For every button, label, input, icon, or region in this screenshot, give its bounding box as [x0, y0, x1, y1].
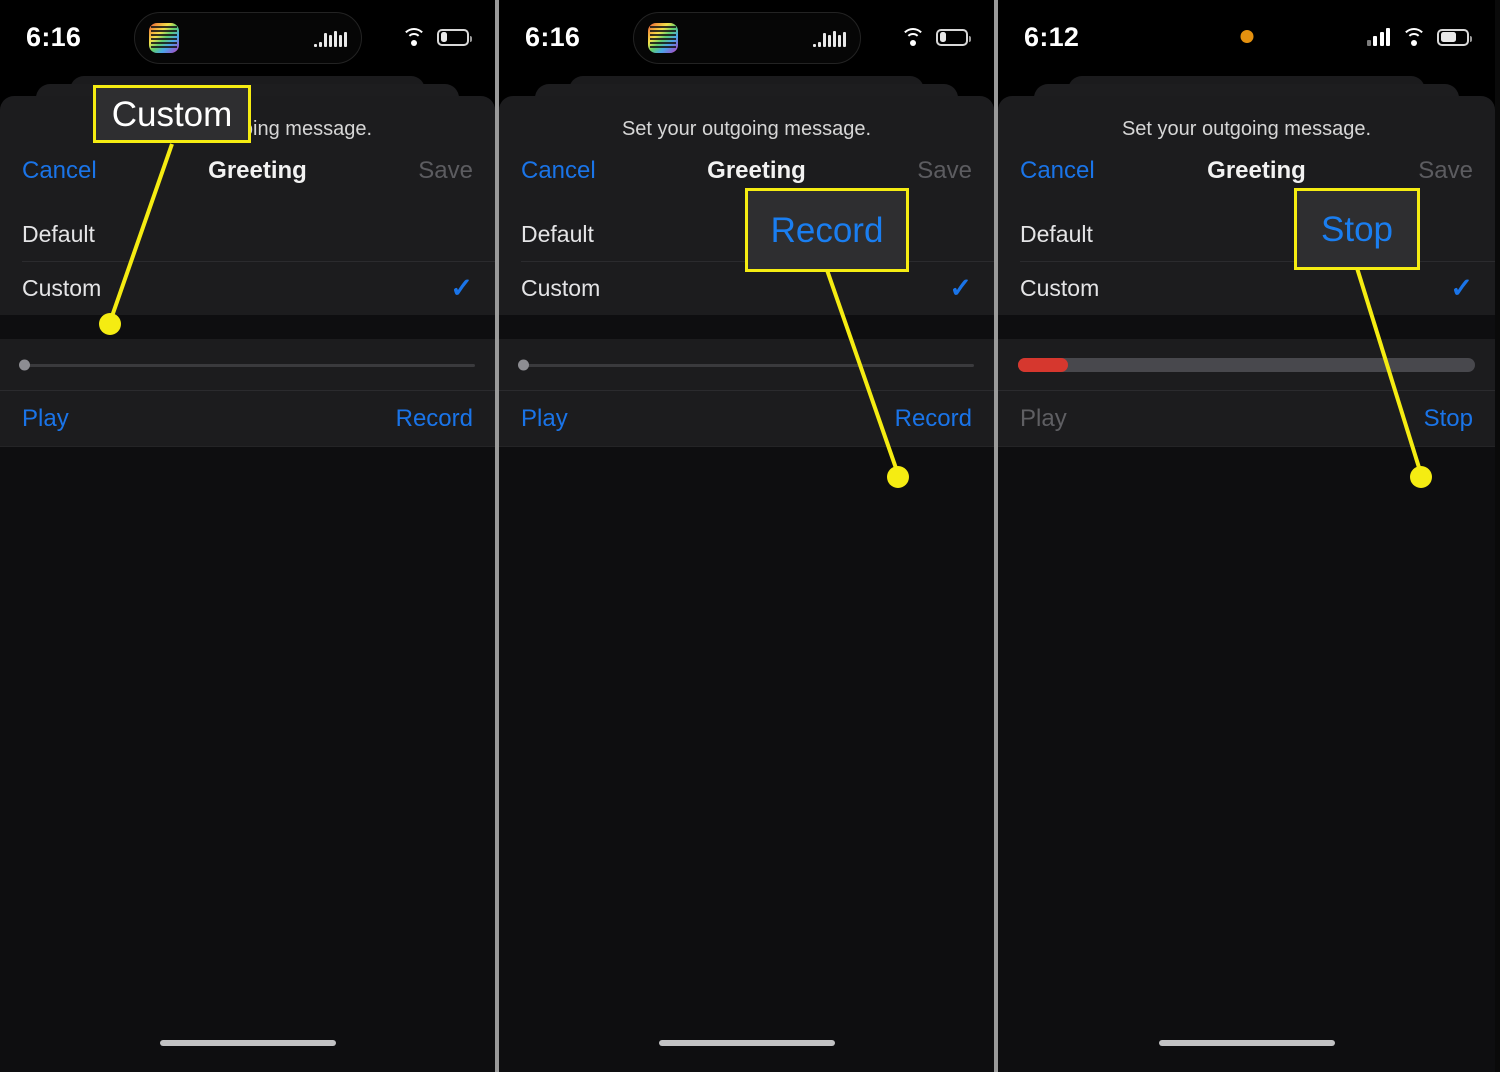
sheet-subtitle: Set your outgoing message.	[621, 118, 872, 140]
option-label: Default	[22, 220, 95, 247]
option-label: Custom	[22, 274, 102, 301]
playback-slider-row	[499, 339, 994, 391]
status-icons	[900, 28, 971, 46]
cancel-button[interactable]: Cancel	[22, 157, 97, 185]
wifi-icon	[401, 28, 426, 46]
transport-controls: Play Stop	[998, 391, 1495, 447]
recording-progress-fill	[1018, 358, 1069, 372]
status-clock: 6:16	[525, 21, 581, 52]
greeting-sheet: Set your outgoing message. Cancel Greeti…	[998, 96, 1495, 207]
page-title: Greeting	[707, 157, 806, 184]
sheet-navbar: Cancel Greeting Save	[998, 151, 1495, 207]
play-button[interactable]: Play	[1020, 405, 1067, 433]
wifi-icon	[1401, 28, 1426, 46]
status-bar: 6:16	[0, 0, 495, 74]
annotation-callout-custom: Custom	[93, 85, 251, 143]
home-indicator[interactable]	[1158, 1040, 1335, 1046]
album-art-icon	[148, 23, 179, 53]
album-art-icon	[647, 23, 678, 53]
screenshot-stage: 6:16 Set your outgoing message.	[0, 0, 1500, 1072]
playback-slider[interactable]	[518, 359, 974, 371]
page-background	[0, 447, 495, 1072]
page-title: Greeting	[1207, 157, 1306, 184]
playback-slider-row	[0, 339, 495, 391]
checkmark-icon: ✓	[1450, 272, 1473, 303]
audio-waveform-icon	[313, 30, 347, 47]
audio-waveform-icon	[812, 30, 846, 47]
status-bar: 6:16	[499, 0, 994, 74]
cellular-signal-icon	[1366, 28, 1390, 46]
option-label: Default	[1020, 220, 1093, 247]
annotation-callout-label: Custom	[111, 94, 233, 134]
slider-knob[interactable]	[19, 359, 30, 371]
battery-icon	[437, 28, 472, 46]
home-indicator[interactable]	[658, 1040, 835, 1046]
annotation-callout-stop: Stop	[1294, 188, 1420, 270]
option-default[interactable]: Default	[998, 207, 1495, 261]
battery-icon	[1437, 28, 1472, 46]
status-clock: 6:12	[1024, 21, 1080, 52]
sheet-card-stack	[998, 74, 1495, 108]
sheet-navbar: Cancel Greeting Save	[0, 151, 495, 207]
wifi-icon	[900, 28, 925, 46]
checkmark-icon: ✓	[450, 272, 473, 303]
battery-icon	[936, 28, 971, 46]
play-button[interactable]: Play	[521, 405, 568, 433]
save-button[interactable]: Save	[917, 157, 972, 185]
transport-controls: Play Record	[0, 391, 495, 447]
greeting-options-group: Default Custom ✓	[0, 207, 495, 315]
annotation-callout-label: Stop	[1321, 209, 1393, 249]
panel-strip: 6:16 Set your outgoing message.	[0, 0, 1500, 1072]
annotation-callout-record: Record	[745, 188, 909, 272]
dynamic-island[interactable]	[133, 12, 362, 64]
panel-2-record: 6:16 Set your outgoing message. Cancel G…	[499, 0, 994, 1072]
microphone-privacy-dot-icon	[1240, 30, 1253, 43]
section-gap	[998, 315, 1495, 339]
transport-action-button[interactable]: Record	[396, 405, 473, 433]
status-clock: 6:16	[26, 21, 82, 52]
save-button[interactable]: Save	[1418, 157, 1473, 185]
option-default[interactable]: Default	[0, 207, 495, 261]
transport-controls: Play Record	[499, 391, 994, 447]
transport-action-button[interactable]: Record	[895, 405, 972, 433]
page-background	[499, 447, 994, 1072]
option-custom[interactable]: Custom ✓	[0, 261, 495, 315]
play-button[interactable]: Play	[22, 405, 69, 433]
playback-slider[interactable]	[19, 359, 475, 371]
section-gap	[499, 315, 994, 339]
page-title: Greeting	[208, 157, 307, 184]
section-gap	[0, 315, 495, 339]
option-custom[interactable]: Custom ✓	[998, 261, 1495, 315]
annotation-callout-label: Record	[770, 210, 884, 250]
transport-action-button[interactable]: Stop	[1424, 405, 1473, 433]
panel-3-recording: 6:12 Set your outgoing message. Cancel G…	[998, 0, 1495, 1072]
status-icons	[401, 28, 472, 46]
sheet-card-stack	[499, 74, 994, 108]
option-label: Custom	[1020, 274, 1100, 301]
page-background	[998, 447, 1495, 1072]
cancel-button[interactable]: Cancel	[1020, 157, 1095, 185]
sheet-subtitle: Set your outgoing message.	[1121, 118, 1372, 140]
status-bar: 6:12	[998, 0, 1495, 74]
dynamic-island[interactable]	[632, 12, 861, 64]
option-label: Custom	[521, 274, 601, 301]
option-label: Default	[521, 220, 594, 247]
recording-progress-bar[interactable]	[1018, 358, 1475, 372]
status-icons	[1366, 28, 1472, 46]
greeting-options-group: Default Custom ✓	[998, 207, 1495, 315]
home-indicator[interactable]	[159, 1040, 336, 1046]
save-button[interactable]: Save	[418, 157, 473, 185]
panel-1-custom-selected: 6:16 Set your outgoing message.	[0, 0, 495, 1072]
slider-knob[interactable]	[518, 359, 529, 371]
checkmark-icon: ✓	[949, 272, 972, 303]
recording-progress-row	[998, 339, 1495, 391]
cancel-button[interactable]: Cancel	[521, 157, 596, 185]
